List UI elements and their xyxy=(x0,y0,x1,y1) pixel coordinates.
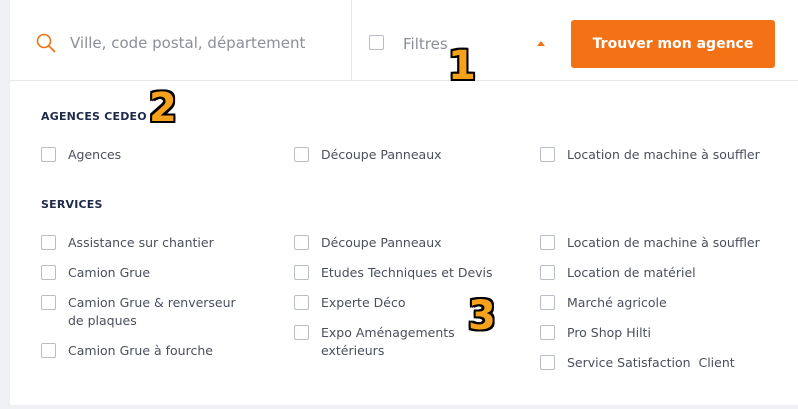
option-label: Pro Shop Hilti xyxy=(567,325,651,340)
option-checkbox[interactable] xyxy=(41,295,56,310)
option-label: Etudes Techniques et Devis xyxy=(321,265,493,280)
option-label: Camion Grue à fourche xyxy=(68,343,213,358)
find-agency-button[interactable]: Trouver mon agence xyxy=(571,20,775,68)
option-label: Expo Aménagements extérieurs xyxy=(321,325,455,358)
option-label: Marché agricole xyxy=(567,295,667,310)
option-checkbox[interactable] xyxy=(540,325,555,340)
option-label: Agences xyxy=(68,147,122,162)
option-checkbox[interactable] xyxy=(540,355,555,370)
callout-number: 2 xyxy=(149,85,177,131)
services-section-title: SERVICES xyxy=(41,198,103,211)
search-field[interactable] xyxy=(10,0,352,80)
option-label: Découpe Panneaux xyxy=(321,147,442,162)
agency-finder-panel: Filtres Trouver mon agence AGENCES CEDEO… xyxy=(10,0,798,405)
option-checkbox[interactable] xyxy=(294,265,309,280)
option-label: Camion Grue xyxy=(68,265,151,280)
option-label: Location de machine à souffler xyxy=(567,147,760,162)
option-checkbox[interactable] xyxy=(294,147,309,162)
option-checkbox[interactable] xyxy=(41,343,56,358)
option-label: Service Satisfaction Client xyxy=(567,355,735,370)
agences-section-title: AGENCES CEDEO xyxy=(41,110,147,123)
option-checkbox[interactable] xyxy=(41,235,56,250)
caret-up-icon[interactable] xyxy=(537,41,545,46)
option-checkbox[interactable] xyxy=(41,147,56,162)
callout-number: 1 xyxy=(448,43,476,89)
option-checkbox[interactable] xyxy=(540,295,555,310)
filter-label: Filtres xyxy=(403,35,448,53)
option-checkbox[interactable] xyxy=(540,235,555,250)
option-checkbox[interactable] xyxy=(294,325,309,340)
search-bar: Filtres Trouver mon agence xyxy=(10,0,798,81)
option-checkbox[interactable] xyxy=(540,147,555,162)
option-label: Location de matériel xyxy=(567,265,696,280)
search-icon xyxy=(36,33,56,53)
option-label: Assistance sur chantier xyxy=(68,235,214,250)
option-checkbox[interactable] xyxy=(540,265,555,280)
filter-checkbox[interactable] xyxy=(369,35,384,50)
option-label: Découpe Panneaux xyxy=(321,235,442,250)
option-checkbox[interactable] xyxy=(294,235,309,250)
option-checkbox[interactable] xyxy=(294,295,309,310)
option-checkbox[interactable] xyxy=(41,265,56,280)
search-input[interactable] xyxy=(70,28,340,58)
option-label: Location de machine à souffler xyxy=(567,235,760,250)
callout-number: 3 xyxy=(468,293,496,339)
option-label: Camion Grue & renverseur de plaques xyxy=(68,295,236,328)
